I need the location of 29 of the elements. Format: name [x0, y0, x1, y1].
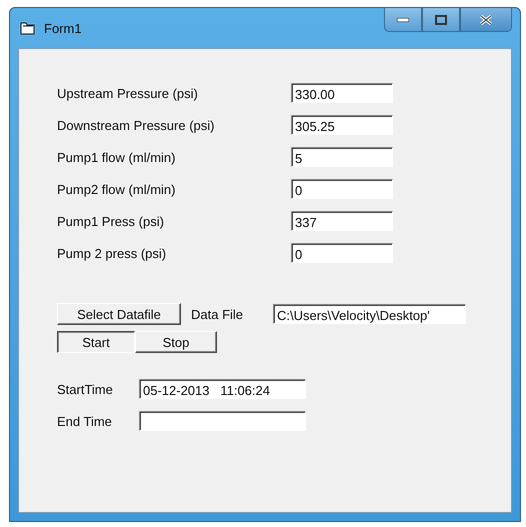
time-field[interactable] [139, 411, 306, 431]
field-label: Pump2 flow (ml/min) [57, 182, 176, 196]
close-icon [480, 14, 492, 24]
time-field[interactable]: 05-12-2013 11:06:24 [139, 379, 306, 399]
field-label: Upstream Pressure (psi) [57, 86, 199, 100]
value-field[interactable]: 337 [291, 211, 393, 231]
field-label: Pump1 Press (psi) [57, 214, 165, 228]
stop-button[interactable]: Stop [135, 331, 217, 353]
value-field[interactable]: 330.00 [291, 83, 393, 103]
field-label: Downstream Pressure (psi) [57, 118, 216, 132]
start-button[interactable]: Start [57, 331, 135, 353]
data-file-field[interactable]: C:\Users\Velocity\Desktop' [273, 304, 466, 324]
field-label: Pump1 flow (ml/min) [57, 150, 176, 164]
form-icon [20, 21, 36, 35]
value-field[interactable]: 305.25 [291, 115, 393, 135]
time-label: End Time [57, 414, 113, 428]
close-button[interactable] [460, 8, 512, 32]
value-field[interactable]: 0 [291, 179, 393, 199]
maximize-button[interactable] [422, 8, 460, 32]
value-field[interactable]: 5 [291, 147, 393, 167]
minimize-button[interactable] [384, 8, 422, 32]
field-label: Pump 2 press (psi) [57, 246, 168, 260]
time-label: StartTime [57, 382, 114, 396]
value-field[interactable]: 0 [291, 243, 393, 263]
minimize-icon [397, 18, 409, 22]
data-file-label: Data File [190, 306, 244, 322]
select-datafile-button[interactable]: Select Datafile [57, 303, 181, 325]
window-title: Form1 [44, 20, 82, 36]
maximize-icon [435, 14, 447, 24]
